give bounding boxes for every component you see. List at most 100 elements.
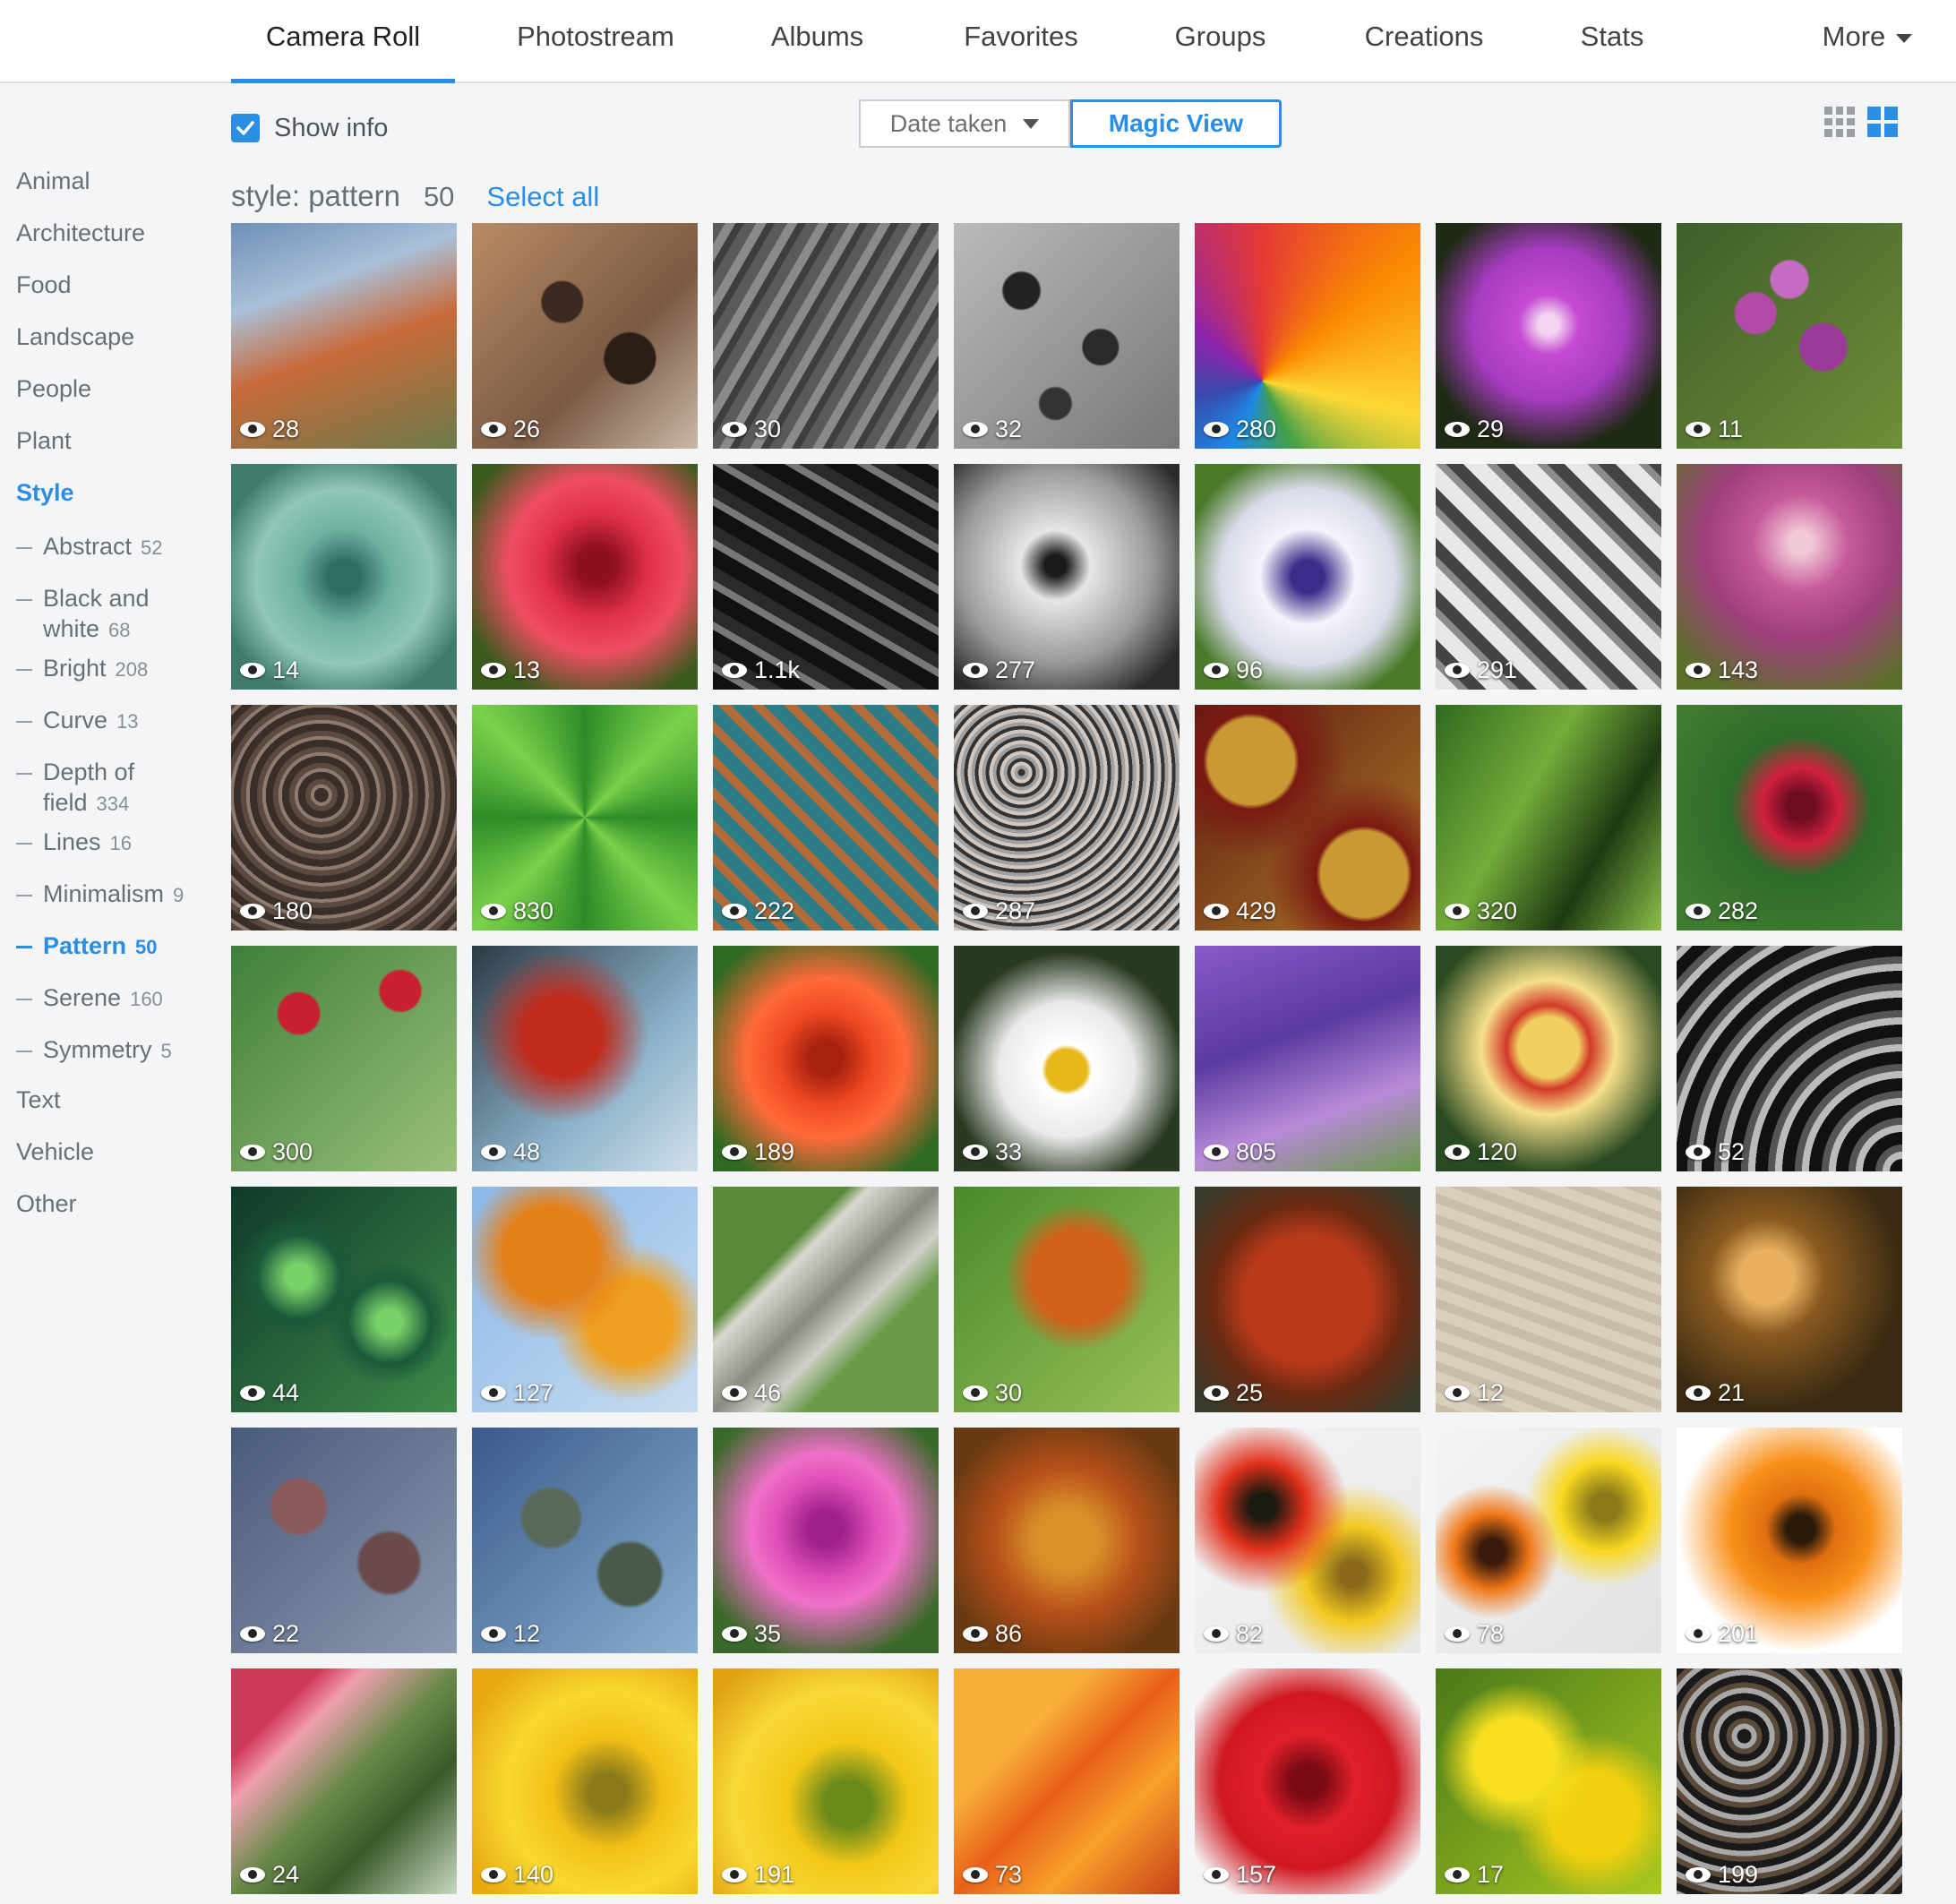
- photo-tile[interactable]: 287: [954, 705, 1180, 931]
- photo-tile[interactable]: 96: [1195, 464, 1420, 690]
- photo-tile[interactable]: 32: [954, 223, 1180, 449]
- sidebar-subitem-bright[interactable]: Bright 208: [16, 653, 148, 685]
- sidebar-subitem-pattern[interactable]: Pattern 50: [16, 931, 158, 963]
- photo-tile[interactable]: 1.1k: [713, 464, 939, 690]
- photo-tile[interactable]: 52: [1677, 946, 1902, 1171]
- photo-tile[interactable]: 805: [1195, 946, 1420, 1171]
- view-count: 86: [963, 1620, 1022, 1648]
- photo-tile[interactable]: 191: [713, 1668, 939, 1894]
- photo-tile[interactable]: 78: [1436, 1428, 1661, 1653]
- subitem-label: Serene: [43, 984, 122, 1011]
- sidebar-subitem-lines[interactable]: Lines 16: [16, 827, 132, 859]
- photo-tile[interactable]: 17: [1436, 1668, 1661, 1894]
- small-grid-icon[interactable]: [1824, 107, 1855, 137]
- eye-icon: [1204, 1385, 1229, 1401]
- photo-tile[interactable]: 127: [472, 1187, 698, 1412]
- photo-tile[interactable]: 277: [954, 464, 1180, 690]
- photo-tile[interactable]: 24: [231, 1668, 457, 1894]
- sidebar-subitem-black-and-white[interactable]: Black and white 68: [16, 583, 150, 646]
- sidebar-item-vehicle[interactable]: Vehicle: [16, 1138, 94, 1166]
- photo-tile[interactable]: 26: [472, 223, 698, 449]
- tab-groups[interactable]: Groups: [1155, 0, 1285, 81]
- tab-more[interactable]: More: [1800, 0, 1935, 81]
- tab-stats[interactable]: Stats: [1563, 0, 1661, 81]
- photo-tile[interactable]: 46: [713, 1187, 939, 1412]
- view-count-value: 32: [995, 416, 1023, 442]
- photo-tile[interactable]: 280: [1195, 223, 1420, 449]
- photo-tile[interactable]: 13: [472, 464, 698, 690]
- photo-tile[interactable]: 143: [1677, 464, 1902, 690]
- photo-tile[interactable]: 300: [231, 946, 457, 1171]
- tab-albums[interactable]: Albums: [743, 0, 891, 81]
- sidebar-subitem-serene[interactable]: Serene 160: [16, 982, 163, 1015]
- photo-tile[interactable]: 189: [713, 946, 939, 1171]
- photo-tile[interactable]: 44: [231, 1187, 457, 1412]
- sidebar-item-food[interactable]: Food: [16, 271, 72, 299]
- sidebar-item-text[interactable]: Text: [16, 1086, 61, 1114]
- view-count: 25: [1204, 1379, 1263, 1407]
- photo-tile[interactable]: 120: [1436, 946, 1661, 1171]
- photo-tile[interactable]: 140: [472, 1668, 698, 1894]
- view-count: 201: [1686, 1620, 1758, 1648]
- photo-tile[interactable]: 82: [1195, 1428, 1420, 1653]
- sidebar-item-style[interactable]: Style: [16, 479, 74, 507]
- photo-tile[interactable]: 29: [1436, 223, 1661, 449]
- show-info-toggle[interactable]: Show info: [231, 112, 388, 144]
- photo-tile[interactable]: 201: [1677, 1428, 1902, 1653]
- view-count-value: 191: [754, 1861, 795, 1888]
- photo-tile[interactable]: 30: [713, 223, 939, 449]
- sort-dropdown[interactable]: Date taken: [859, 99, 1070, 148]
- eye-icon: [722, 422, 747, 437]
- sidebar-subitem-symmetry[interactable]: Symmetry 5: [16, 1034, 172, 1067]
- photo-tile[interactable]: 157: [1195, 1668, 1420, 1894]
- photo-tile[interactable]: 282: [1677, 705, 1902, 931]
- photo-tile[interactable]: 48: [472, 946, 698, 1171]
- large-grid-icon[interactable]: [1867, 107, 1898, 137]
- photo-tile[interactable]: 11: [1677, 223, 1902, 449]
- photo-tile[interactable]: 12: [472, 1428, 698, 1653]
- view-count-value: 222: [754, 897, 795, 924]
- dash-icon: [16, 598, 32, 601]
- photo-tile[interactable]: 25: [1195, 1187, 1420, 1412]
- photo-tile[interactable]: 291: [1436, 464, 1661, 690]
- sidebar-item-architecture[interactable]: Architecture: [16, 219, 145, 247]
- eye-icon: [240, 1626, 265, 1642]
- sidebar-subitem-depth-of-field[interactable]: Depth of field 334: [16, 757, 134, 819]
- sidebar-item-landscape[interactable]: Landscape: [16, 323, 134, 351]
- subitem-count: 50: [135, 936, 158, 958]
- sidebar-subitem-minimalism[interactable]: Minimalism 9: [16, 879, 184, 911]
- tab-favorites[interactable]: Favorites: [949, 0, 1093, 81]
- tab-photostream[interactable]: Photostream: [497, 0, 694, 81]
- sidebar-subitem-curve[interactable]: Curve 13: [16, 705, 139, 737]
- tab-creations[interactable]: Creations: [1348, 0, 1500, 81]
- photo-tile[interactable]: 199: [1677, 1668, 1902, 1894]
- photo-tile[interactable]: 180: [231, 705, 457, 931]
- photo-tile[interactable]: 429: [1195, 705, 1420, 931]
- sidebar-item-plant[interactable]: Plant: [16, 427, 72, 455]
- photo-tile[interactable]: 222: [713, 705, 939, 931]
- photo-tile[interactable]: 830: [472, 705, 698, 931]
- view-count: 35: [722, 1620, 781, 1648]
- show-info-checkbox[interactable]: [231, 114, 260, 142]
- photo-tile[interactable]: 30: [954, 1187, 1180, 1412]
- photo-tile[interactable]: 28: [231, 223, 457, 449]
- photo-tile[interactable]: 320: [1436, 705, 1661, 931]
- sidebar-item-people[interactable]: People: [16, 375, 91, 403]
- magic-view-button[interactable]: Magic View: [1070, 99, 1282, 148]
- photo-tile[interactable]: 21: [1677, 1187, 1902, 1412]
- photo-tile[interactable]: 12: [1436, 1187, 1661, 1412]
- select-all-link[interactable]: Select all: [486, 181, 599, 213]
- view-count: 140: [481, 1861, 553, 1889]
- sidebar-item-animal[interactable]: Animal: [16, 167, 90, 195]
- sidebar-subitem-abstract[interactable]: Abstract 52: [16, 531, 163, 563]
- photo-tile[interactable]: 35: [713, 1428, 939, 1653]
- eye-icon: [481, 1867, 506, 1883]
- photo-tile[interactable]: 22: [231, 1428, 457, 1653]
- view-count: 189: [722, 1138, 794, 1166]
- tab-camera-roll[interactable]: Camera Roll: [231, 0, 455, 83]
- photo-tile[interactable]: 86: [954, 1428, 1180, 1653]
- sidebar-item-other[interactable]: Other: [16, 1190, 77, 1218]
- photo-tile[interactable]: 33: [954, 946, 1180, 1171]
- photo-tile[interactable]: 73: [954, 1668, 1180, 1894]
- photo-tile[interactable]: 14: [231, 464, 457, 690]
